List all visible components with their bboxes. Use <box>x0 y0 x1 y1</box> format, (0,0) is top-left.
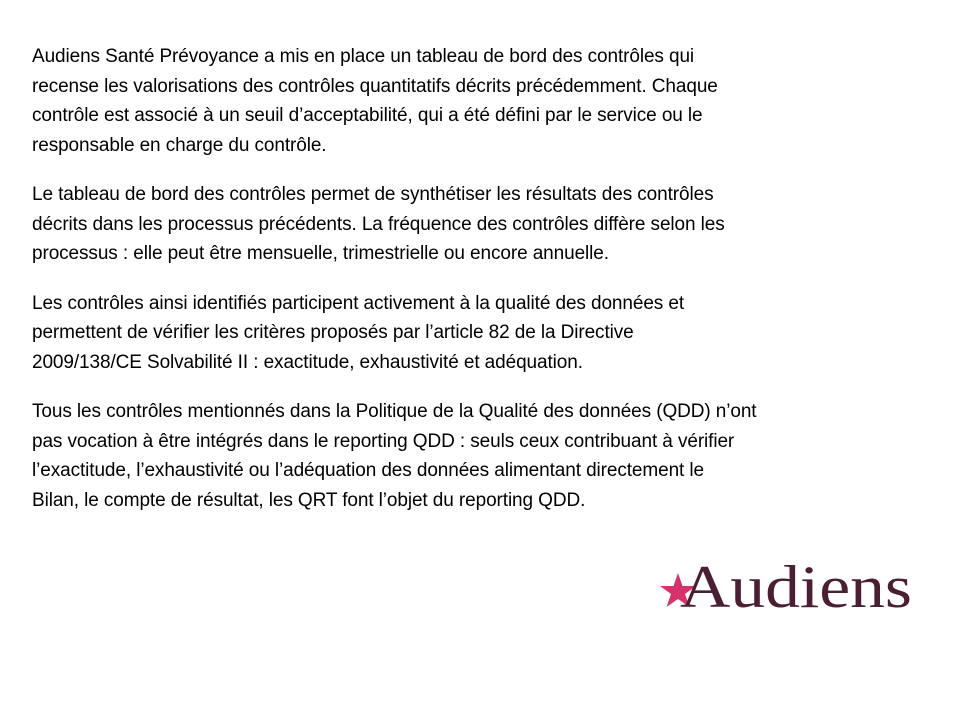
paragraph-line: Tous les contrôles mentionnés dans la Po… <box>32 401 757 422</box>
slide-body: Audiens Santé Prévoyance a mis en place … <box>32 42 902 535</box>
paragraph-line: Les contrôles ainsi identifiés participe… <box>32 292 685 314</box>
paragraph-line: l’exactitude, l’exhaustivité ou l’adéqua… <box>32 460 705 481</box>
audiens-logo: Audiens <box>658 545 918 615</box>
paragraph-line: permettent de vérifier les critères prop… <box>32 322 634 343</box>
logo-wordmark: Audiens <box>680 554 912 615</box>
paragraph-line: Bilan, le compte de résultat, les QRT fo… <box>32 489 586 511</box>
paragraph-line: pas vocation à être intégrés dans le rep… <box>32 430 735 452</box>
paragraph-1: Audiens Santé Prévoyance a mis en place … <box>32 42 902 160</box>
paragraph-line: Le tableau de bord des contrôles permet … <box>32 184 714 205</box>
paragraph-line: contrôle est associé à un seuil d’accept… <box>32 105 703 126</box>
paragraph-line: Audiens Santé Prévoyance a mis en place … <box>32 46 695 67</box>
paragraph-3: Les contrôles ainsi identifiés participe… <box>32 289 902 378</box>
paragraph-line: responsable en charge du contrôle. <box>32 134 327 156</box>
paragraph-2: Le tableau de bord des contrôles permet … <box>32 180 902 269</box>
paragraph-4: Tous les contrôles mentionnés dans la Po… <box>32 397 902 515</box>
paragraph-line: décrits dans les processus précédents. L… <box>32 213 725 235</box>
paragraph-line: processus : elle peut être mensuelle, tr… <box>32 243 609 264</box>
paragraph-line: recense les valorisations des contrôles … <box>32 75 718 97</box>
paragraph-line: 2009/138/CE Solvabilité II : exactitude,… <box>32 351 583 373</box>
